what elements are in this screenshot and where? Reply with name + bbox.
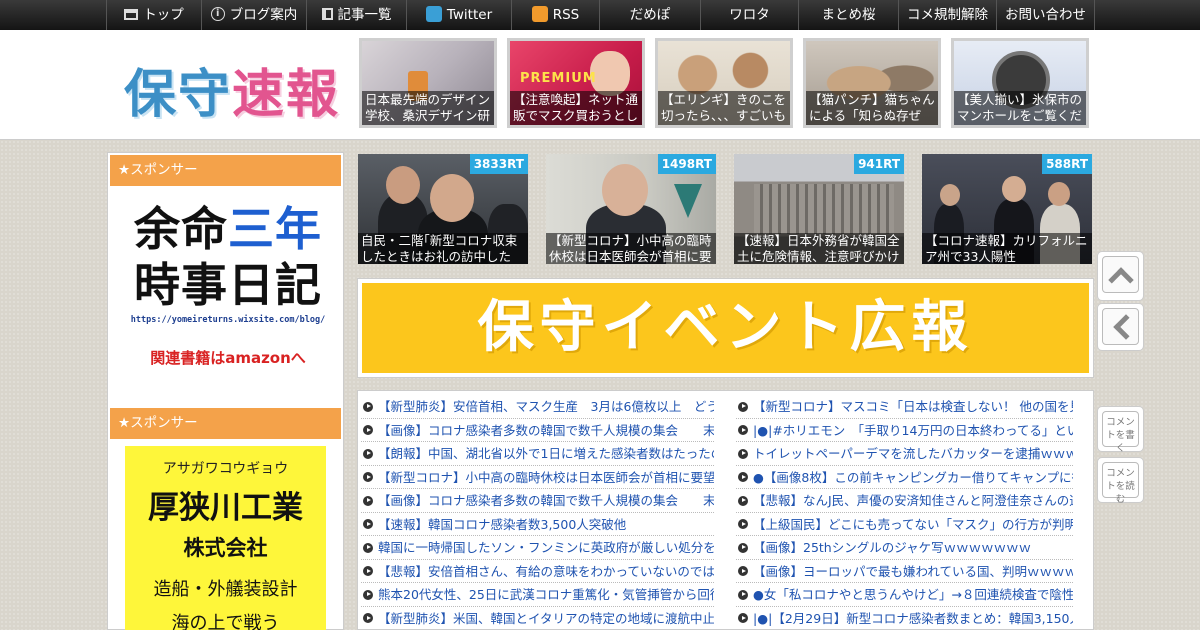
back-button[interactable] <box>1097 303 1144 351</box>
article-link[interactable]: ●【画像8枚】この前キャンピングカー借りてキャンプに行って <box>736 466 1073 489</box>
article-link[interactable]: 【速報】韓国コロナ感染者数3,500人突破他 <box>361 513 714 536</box>
nav-rss[interactable]: RSS <box>511 0 599 30</box>
thumb-caption: 【エリンギ】きのこを切ったら、、、すごいものが… <box>658 91 790 125</box>
thumb-caption: 【注意喚起】ネット通販でマスク買おうとしたら… <box>510 91 642 125</box>
rt-caption: 【コロナ速報】カリフォルニア州で33人陽性 <box>922 233 1092 264</box>
nav-contact[interactable]: お問い合わせ <box>996 0 1095 30</box>
amazon-link[interactable]: 関連書籍はamazonへ <box>128 347 328 368</box>
rss-icon <box>531 6 548 22</box>
header-thumb[interactable]: 【美人揃い】氷保市のマンホールをご覧ください… <box>951 38 1089 128</box>
top-nav: トップ i ブログ案内 記事一覧 Twitter RSS だめぽ ワロタ まとめ桜… <box>0 0 1200 30</box>
article-link[interactable]: 【画像】ヨーロッパで最も嫌われている国、判明ｗｗｗｗｗｗ <box>736 560 1073 583</box>
thumb-caption: 【猫パンチ】猫ちゃんによる「知らぬ存ぜぬ」… <box>806 91 938 125</box>
scroll-top-button[interactable] <box>1097 251 1144 301</box>
play-bullet-icon <box>738 613 748 623</box>
article-list-right: 【新型コロナ】マスコミ「日本は検査しない！ 他の国を見習え |●|#ホリエモン 「… <box>736 395 1073 630</box>
article-link[interactable]: 【画像】コロナ感染者多数の韓国で数千人規模の集会 末期 <box>361 489 714 513</box>
article-link[interactable]: 【悲報】なんJ民、声優の安済知佳さんと阿澄佳奈さんの違いが <box>736 489 1073 513</box>
article-link[interactable]: 【新型肺炎】米国、韓国とイタリアの特定の地域に渡航中止 <box>361 607 714 630</box>
rt-caption: 【速報】日本外務省が韓国全土に危険情報、注意呼びかけ <box>734 233 904 264</box>
article-link[interactable]: 【画像】コロナ感染者多数の韓国で数千人規模の集会 末期 <box>361 419 714 442</box>
nav-article-list[interactable]: 記事一覧 <box>306 0 406 30</box>
article-link[interactable]: 【上級国民】どこにも売ってない「マスク」の行方が判明…26 <box>736 513 1073 536</box>
site-header: 保守速報 日本最先端のデザイン学校、桑沢デザイン研究所… PREMIUM 【注意… <box>0 30 1200 140</box>
nav-blog-guide[interactable]: i ブログ案内 <box>201 0 306 30</box>
header-thumb[interactable]: 日本最先端のデザイン学校、桑沢デザイン研究所… <box>359 38 497 128</box>
nav-comment-unblock[interactable]: コメ規制解除 <box>898 0 996 30</box>
play-bullet-icon <box>363 401 373 412</box>
article-link[interactable]: |●|【2月29日】新型コロナ感染者数まとめ：韓国3,150人、イタ <box>736 607 1073 630</box>
sponsor-ad-asagawa[interactable]: アサガワコウギョウ 厚狭川工業 株式会社 造船・外艤装設計 海の上で戦う <box>125 446 326 630</box>
rt-caption: 【新型コロナ】小中高の臨時休校は日本医師会が首相に要望 <box>546 233 716 264</box>
article-list-box: 【新型肺炎】安倍首相、マスク生産 3月は6億枚以上 どうか 【画像】コロナ感染者多… <box>357 390 1094 630</box>
play-bullet-icon <box>738 589 748 600</box>
header-thumb[interactable]: PREMIUM 【注意喚起】ネット通販でマスク買おうとしたら… <box>507 38 645 128</box>
sidebar: ★スポンサー 余命三年 時事日記 https://yomeireturns.wi… <box>107 152 344 630</box>
play-bullet-icon <box>363 589 373 600</box>
play-bullet-icon <box>363 542 373 553</box>
thumb-caption: 日本最先端のデザイン学校、桑沢デザイン研究所… <box>362 91 494 125</box>
rt-count-badge: 588RT <box>1042 154 1092 174</box>
article-link[interactable]: 【画像】25thシングルのジャケ写ｗｗｗｗｗｗｗ <box>736 536 1073 560</box>
play-bullet-icon <box>363 566 373 576</box>
rt-tile[interactable]: 588RT 【コロナ速報】カリフォルニア州で33人陽性 <box>922 154 1092 264</box>
info-icon: i <box>210 7 225 21</box>
article-link[interactable]: 熊本20代女性、25日に武漢コロナ重篤化・気管挿管から回復せ <box>361 583 714 607</box>
nav-top[interactable]: トップ <box>106 0 201 30</box>
rt-count-badge: 3833RT <box>469 154 528 174</box>
article-link[interactable]: 【悲報】安倍首相さん、有給の意味をわかっていないのではと <box>361 560 714 583</box>
play-bullet-icon <box>363 472 373 482</box>
play-bullet-icon <box>363 519 373 529</box>
play-bullet-icon <box>738 472 748 482</box>
article-link[interactable]: 【朗報】中国、湖北省以外で1日に増えた感染者数はたったの4 <box>361 442 714 466</box>
article-link[interactable]: 韓国に一時帰国したソン・フンミンに英政府が厳しい処分を言 <box>361 536 714 560</box>
play-bullet-icon <box>738 566 748 576</box>
rt-count-badge: 1498RT <box>657 154 716 174</box>
nav-matome-sakura[interactable]: まとめ桜 <box>798 0 898 30</box>
sponsor-ad-yomei[interactable]: 余命三年 時事日記 https://yomeireturns.wixsite.c… <box>128 201 328 368</box>
play-bullet-icon <box>363 425 373 435</box>
play-bullet-icon <box>363 613 373 623</box>
article-link[interactable]: 【新型肺炎】安倍首相、マスク生産 3月は6億枚以上 どうか <box>361 395 714 419</box>
article-link[interactable]: トイレットペーパーデマを流したバカッターを逮捕ｗｗｗｗｗ <box>736 442 1073 466</box>
play-bullet-icon <box>738 448 748 459</box>
nav-warota[interactable]: ワロタ <box>700 0 798 30</box>
nav-twitter[interactable]: Twitter <box>406 0 511 30</box>
rt-tile[interactable]: 941RT 【速報】日本外務省が韓国全土に危険情報、注意呼びかけ <box>734 154 904 264</box>
article-link[interactable]: ●女「私コロナやと思うんやけど」→８回連続検査で陰性 女 <box>736 583 1073 607</box>
nav-damepo[interactable]: だめぽ <box>599 0 700 30</box>
comment-read-button[interactable]: コメントを読む <box>1097 457 1144 505</box>
play-bullet-icon <box>363 448 373 459</box>
chevron-up-icon <box>1108 267 1134 293</box>
twitter-icon <box>425 6 442 22</box>
article-link[interactable]: 【新型コロナ】マスコミ「日本は検査しない！ 他の国を見習え <box>736 395 1073 419</box>
event-banner-link[interactable]: 保守イベント広報 <box>362 283 1089 373</box>
rt-tile[interactable]: 1498RT 【新型コロナ】小中高の臨時休校は日本医師会が首相に要望 <box>546 154 716 264</box>
home-icon <box>124 8 139 20</box>
rt-caption: 自民・二階｢新型コロナ収束したときはお礼の訪中したい｣ <box>358 233 528 264</box>
header-thumb[interactable]: 【エリンギ】きのこを切ったら、、、すごいものが… <box>655 38 793 128</box>
thumb-caption: 【美人揃い】氷保市のマンホールをご覧ください… <box>954 91 1086 125</box>
premium-label: PREMIUM <box>520 71 597 86</box>
event-banner: 保守イベント広報 <box>357 278 1094 378</box>
site-logo[interactable]: 保守速報 <box>124 52 340 127</box>
comment-write-button[interactable]: コメントを書く <box>1097 406 1144 454</box>
article-link[interactable]: 【新型コロナ】小中高の臨時休校は日本医師会が首相に要望し <box>361 466 714 489</box>
play-bullet-icon <box>738 519 748 529</box>
play-bullet-icon <box>738 401 748 412</box>
play-bullet-icon <box>738 425 748 435</box>
sponsor-heading: ★スポンサー <box>110 408 341 439</box>
header-thumb[interactable]: 【猫パンチ】猫ちゃんによる「知らぬ存ぜぬ」… <box>803 38 941 128</box>
chevron-left-icon <box>1113 314 1139 340</box>
article-link[interactable]: |●|#ホリエモン 「手取り14万円の日本終わってる」という思考 <box>736 419 1073 442</box>
play-bullet-icon <box>363 495 373 506</box>
play-bullet-icon <box>738 495 748 506</box>
article-list-left: 【新型肺炎】安倍首相、マスク生産 3月は6億枚以上 どうか 【画像】コロナ感染者多… <box>361 395 714 630</box>
rt-tile[interactable]: 3833RT 自民・二階｢新型コロナ収束したときはお礼の訪中したい｣ <box>358 154 528 264</box>
sponsor-heading: ★スポンサー <box>110 155 341 186</box>
rt-count-badge: 941RT <box>854 154 904 174</box>
play-bullet-icon <box>738 542 748 553</box>
list-icon <box>321 8 333 20</box>
